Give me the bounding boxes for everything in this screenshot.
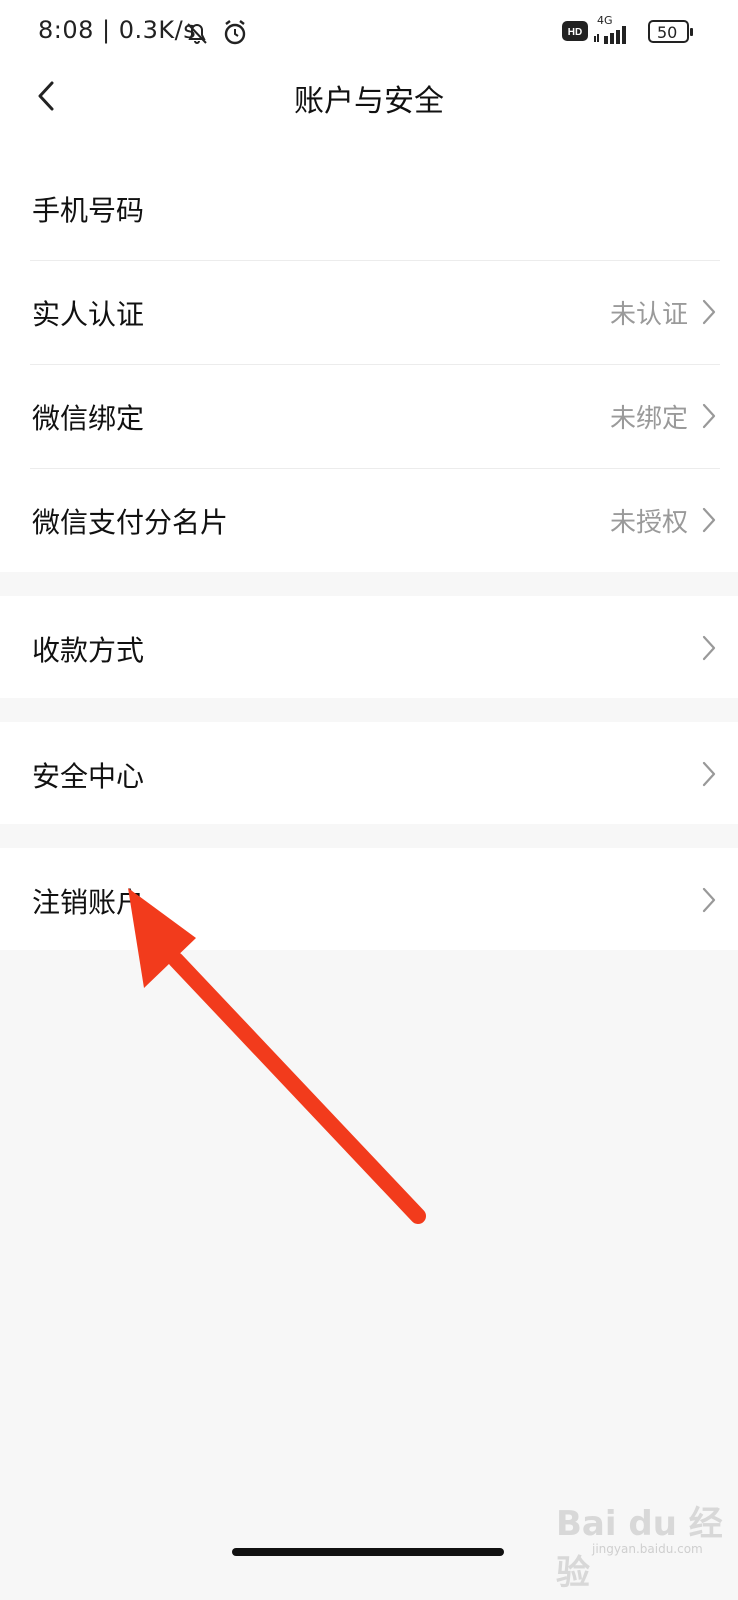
watermark-url: jingyan.baidu.com: [592, 1542, 703, 1556]
row-deactivate-account[interactable]: 注销账户: [0, 848, 738, 952]
chevron-right-icon: [702, 635, 716, 661]
row-security-center[interactable]: 安全中心: [0, 722, 738, 826]
chevron-right-icon: [702, 403, 716, 429]
row-label: 微信绑定: [32, 402, 145, 435]
row-value: 未认证: [609, 300, 688, 330]
row-value: 未授权: [609, 508, 688, 538]
security-group: 安全中心: [0, 722, 738, 824]
home-indicator[interactable]: [232, 1548, 504, 1556]
row-phone-number[interactable]: 手机号码: [0, 156, 738, 260]
row-label: 手机号码: [32, 194, 145, 227]
row-label: 微信支付分名片: [32, 506, 229, 539]
navigation-bar: 账户与安全: [0, 64, 738, 128]
mute-icon: [187, 23, 207, 44]
status-bar: 8:08 | 0.3K/s HD 4G 50: [0, 0, 738, 64]
battery-level: 50: [657, 23, 678, 42]
chevron-right-icon: [702, 299, 716, 325]
svg-text:HD: HD: [568, 27, 582, 38]
deactivate-group: 注销账户: [0, 848, 738, 950]
account-info-group: 手机号码 实人认证 未认证 微信绑定 未绑定 微信支付分名片 未授权: [0, 140, 738, 572]
row-payment-method[interactable]: 收款方式: [0, 596, 738, 700]
alarm-icon: [224, 20, 246, 45]
status-time: 8:08 | 0.3K/s: [38, 16, 197, 44]
row-label: 安全中心: [32, 760, 145, 793]
chevron-right-icon: [702, 761, 716, 787]
hd-icon: HD: [562, 21, 588, 41]
row-real-name-auth[interactable]: 实人认证 未认证: [0, 260, 738, 364]
row-label: 注销账户: [32, 886, 145, 919]
chevron-right-icon: [702, 887, 716, 913]
row-label: 实人认证: [32, 298, 145, 331]
row-label: 收款方式: [32, 634, 145, 667]
row-value: 未绑定: [609, 404, 688, 434]
row-wechat-binding[interactable]: 微信绑定 未绑定: [0, 364, 738, 468]
signal-icon: [594, 26, 626, 44]
payment-group: 收款方式: [0, 596, 738, 698]
page-title: 账户与安全: [294, 84, 444, 119]
top-area: 8:08 | 0.3K/s HD 4G 50 账户与安全: [0, 0, 738, 140]
row-wechat-pay-card[interactable]: 微信支付分名片 未授权: [0, 468, 738, 572]
chevron-right-icon: [702, 507, 716, 533]
